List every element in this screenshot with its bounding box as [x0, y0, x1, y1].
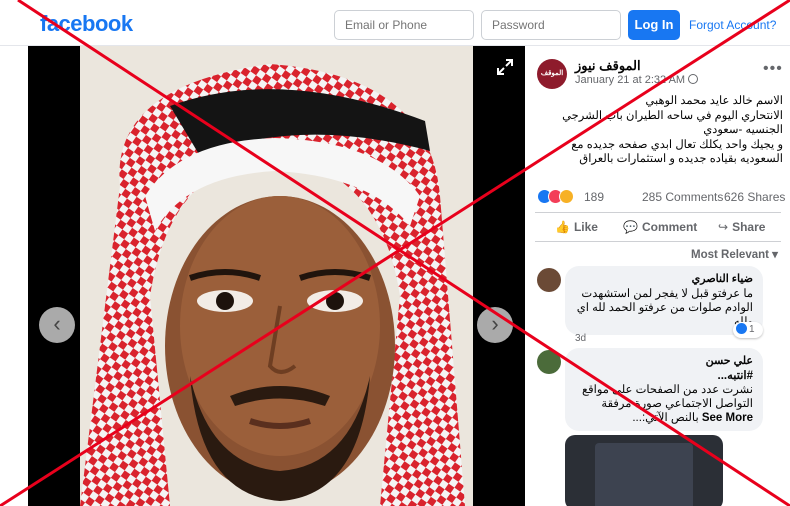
red-cross-overlay [0, 0, 790, 506]
page: facebook Log In Forgot Account? [0, 0, 790, 506]
